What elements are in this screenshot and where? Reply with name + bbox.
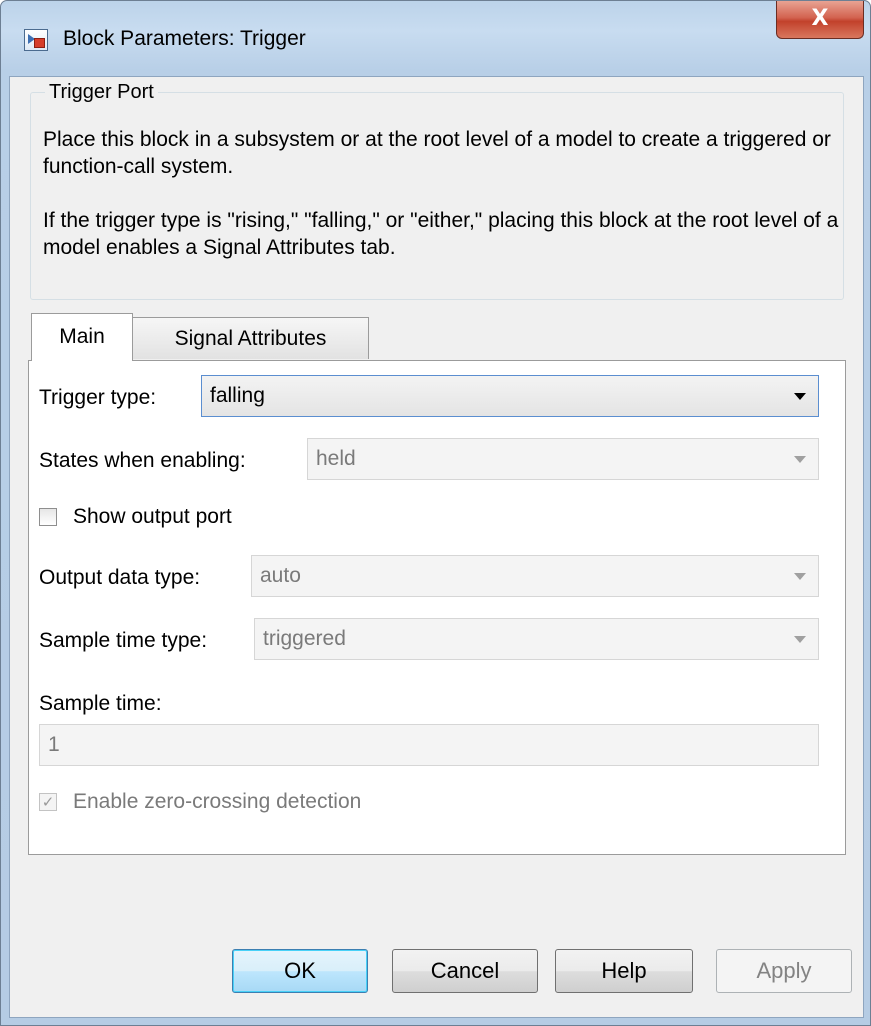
description-paragraph-2: If the trigger type is "rising," "fallin… <box>43 209 839 259</box>
ok-button[interactable]: OK <box>232 949 368 993</box>
tab-main[interactable]: Main <box>31 313 133 361</box>
window-title: Block Parameters: Trigger <box>63 27 306 50</box>
description-paragraph-1: Place this block in a subsystem or at th… <box>43 128 831 178</box>
sample-time-type-value: triggered <box>263 627 346 650</box>
trigger-type-dropdown[interactable]: falling <box>201 375 819 417</box>
chevron-down-icon <box>794 393 806 400</box>
chevron-down-icon <box>794 573 806 580</box>
title-bar[interactable]: Block Parameters: Trigger X <box>1 1 870 76</box>
states-when-enabling-value: held <box>316 447 356 470</box>
tab-signal-attributes[interactable]: Signal Attributes <box>132 317 369 359</box>
simulink-block-icon <box>24 29 48 51</box>
block-description: Place this block in a subsystem or at th… <box>43 126 843 288</box>
output-data-type-dropdown[interactable]: auto <box>251 555 819 597</box>
group-title: Trigger Port <box>45 81 158 104</box>
main-tab-panel: Trigger type: falling States when enabli… <box>28 360 846 855</box>
red-square-glyph <box>34 38 45 48</box>
show-output-port-label: Show output port <box>73 505 232 528</box>
chevron-down-icon <box>794 456 806 463</box>
trigger-type-value: falling <box>210 384 265 407</box>
trigger-port-group: Trigger Port Place this block in a subsy… <box>30 81 844 300</box>
zero-crossing-label: Enable zero-crossing detection <box>73 790 362 813</box>
show-output-port-checkbox[interactable] <box>39 508 57 526</box>
dialog-client-area: Trigger Port Place this block in a subsy… <box>9 76 864 1018</box>
zero-crossing-checkbox[interactable]: ✓ <box>39 793 57 811</box>
apply-button[interactable]: Apply <box>716 949 852 993</box>
sample-time-type-label: Sample time type: <box>39 629 208 652</box>
help-button[interactable]: Help <box>555 949 693 993</box>
sample-time-label: Sample time: <box>39 692 162 715</box>
close-button[interactable]: X <box>776 1 864 39</box>
sample-time-input[interactable]: 1 <box>39 724 819 766</box>
output-data-type-label: Output data type: <box>39 566 201 589</box>
states-when-enabling-label: States when enabling: <box>39 449 246 472</box>
cancel-button[interactable]: Cancel <box>392 949 538 993</box>
trigger-type-label: Trigger type: <box>39 386 157 409</box>
sample-time-type-dropdown[interactable]: triggered <box>254 618 819 660</box>
output-data-type-value: auto <box>260 564 301 587</box>
dialog-window: Block Parameters: Trigger X Trigger Port… <box>0 0 871 1026</box>
states-when-enabling-dropdown[interactable]: held <box>307 438 819 480</box>
chevron-down-icon <box>794 636 806 643</box>
